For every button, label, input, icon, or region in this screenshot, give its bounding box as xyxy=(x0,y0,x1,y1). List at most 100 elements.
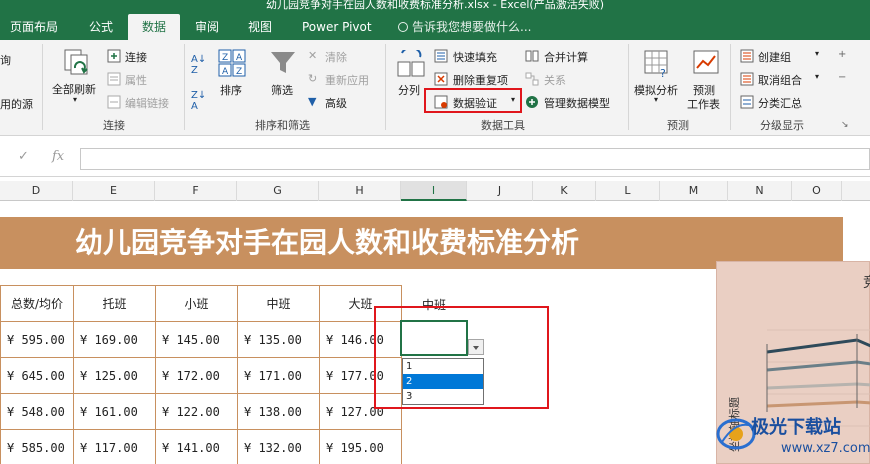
table-cell[interactable]: ¥ 135.00 xyxy=(237,321,320,358)
consolidate-button[interactable]: 合并计算 xyxy=(544,49,588,65)
tab-review[interactable]: 审阅 xyxy=(195,14,227,40)
text-to-columns-button[interactable]: 分列 xyxy=(398,82,420,98)
column-header-d[interactable]: D xyxy=(0,181,73,201)
show-detail-icon[interactable]: + xyxy=(838,49,846,60)
group-icon xyxy=(740,49,754,63)
filter-icon xyxy=(271,52,295,73)
tab-power-pivot[interactable]: Power Pivot xyxy=(302,14,382,40)
sort-za-icon[interactable]: Z↓ A xyxy=(191,90,206,112)
forecast-sheet-button-line2[interactable]: 工作表 xyxy=(687,96,720,112)
column-header-i[interactable]: I xyxy=(401,181,467,201)
sort-filter-group-label: 排序和筛选 xyxy=(255,119,310,132)
properties-button[interactable]: 属性 xyxy=(125,72,147,88)
lightbulb-icon xyxy=(398,22,408,32)
table-cell[interactable]: ¥ 141.00 xyxy=(155,429,238,464)
table-cell[interactable]: ¥ 645.00 xyxy=(0,357,74,394)
table-cell[interactable]: ¥ 125.00 xyxy=(73,357,156,394)
manage-data-model-button[interactable]: 管理数据模型 xyxy=(544,95,610,111)
column-header-o[interactable]: O xyxy=(792,181,842,201)
ungroup-button[interactable]: 取消组合 xyxy=(758,72,802,88)
group-separator xyxy=(385,44,386,130)
sort-button[interactable]: 排序 xyxy=(220,82,242,98)
dialog-launcher-icon[interactable]: ↘ xyxy=(841,120,849,130)
column-header-f[interactable]: F xyxy=(155,181,237,201)
svg-text:A: A xyxy=(222,67,229,77)
clear-button[interactable]: 清除 xyxy=(325,49,347,65)
table-row: ¥ 645.00 ¥ 125.00 ¥ 172.00 ¥ 171.00 ¥ 17… xyxy=(0,357,402,394)
table-cell[interactable]: ¥ 195.00 xyxy=(319,429,402,464)
outline-group-label: 分级显示 xyxy=(760,119,804,132)
chevron-down-icon[interactable]: ▾ xyxy=(73,95,77,104)
partial-recent-sources-label[interactable]: 用的源 xyxy=(0,96,33,112)
ungroup-icon xyxy=(740,72,754,86)
column-header-j[interactable]: J xyxy=(467,181,533,201)
connections-button[interactable]: 连接 xyxy=(125,49,147,65)
remove-duplicates-button[interactable]: 删除重复项 xyxy=(453,72,508,88)
table-cell[interactable]: ¥ 585.00 xyxy=(0,429,74,464)
header-cell-tuoban[interactable]: 托班 xyxy=(73,285,156,322)
svg-text:Z: Z xyxy=(236,67,242,77)
table-cell[interactable]: ¥ 145.00 xyxy=(155,321,238,358)
edit-links-button[interactable]: 编辑链接 xyxy=(125,95,169,111)
chart-series-line xyxy=(766,400,870,408)
filter-button[interactable]: 筛选 xyxy=(271,82,293,98)
group-button[interactable]: 创建组 xyxy=(758,49,791,65)
excel-window: 幼儿园竞争对手在园人数和收费标准分析.xlsx - Excel(产品激活失败) … xyxy=(0,0,870,464)
table-cell[interactable]: ¥ 117.00 xyxy=(73,429,156,464)
table-cell[interactable]: ¥ 595.00 xyxy=(0,321,74,358)
flash-fill-button[interactable]: 快速填充 xyxy=(453,49,497,65)
table-cell[interactable]: ¥ 138.00 xyxy=(237,393,320,430)
checkmark-icon[interactable]: ✓ xyxy=(18,149,29,164)
data-validation-highlight xyxy=(424,88,522,113)
watermark-url: www.xz7.com xyxy=(781,441,870,456)
column-header-l[interactable]: L xyxy=(596,181,660,201)
column-header-m[interactable]: M xyxy=(660,181,728,201)
tab-data[interactable]: 数据 xyxy=(128,14,180,40)
tab-page-layout[interactable]: 页面布局 xyxy=(10,14,74,40)
column-headers: D E F G H I J K L M N O xyxy=(0,181,870,201)
group-separator xyxy=(184,44,185,130)
column-header-n[interactable]: N xyxy=(728,181,792,201)
column-header-e[interactable]: E xyxy=(73,181,155,201)
advanced-button[interactable]: 高级 xyxy=(325,95,347,111)
forecast-group-label: 预测 xyxy=(667,119,689,132)
tell-me-text: 告诉我您想要做什么... xyxy=(412,20,532,34)
column-header-g[interactable]: G xyxy=(237,181,319,201)
header-cell-total[interactable]: 总数/均价 xyxy=(0,285,74,322)
fx-icon[interactable]: fx xyxy=(52,149,64,164)
table-cell[interactable]: ¥ 171.00 xyxy=(237,357,320,394)
column-header-k[interactable]: K xyxy=(533,181,596,201)
table-cell[interactable]: ¥ 172.00 xyxy=(155,357,238,394)
chart-series-line xyxy=(766,360,870,372)
hide-detail-icon[interactable]: − xyxy=(838,72,846,83)
forecast-sheet-icon xyxy=(693,50,719,74)
chevron-down-icon[interactable]: ▾ xyxy=(654,95,658,104)
group-separator xyxy=(628,44,629,130)
table-cell[interactable]: ¥ 169.00 xyxy=(73,321,156,358)
table-row: ¥ 595.00 ¥ 169.00 ¥ 145.00 ¥ 135.00 ¥ 14… xyxy=(0,321,402,358)
tab-view[interactable]: 视图 xyxy=(248,14,280,40)
chevron-down-icon[interactable]: ▾ xyxy=(815,72,819,81)
table-cell[interactable]: ¥ 548.00 xyxy=(0,393,74,430)
tell-me-box[interactable]: 告诉我您想要做什么... xyxy=(398,14,531,40)
column-header-h[interactable]: H xyxy=(319,181,401,201)
tab-formulas[interactable]: 公式 xyxy=(89,14,119,40)
header-cell-xiaoban[interactable]: 小班 xyxy=(155,285,238,322)
table-cell[interactable]: ¥ 161.00 xyxy=(73,393,156,430)
advanced-filter-icon: ▼ xyxy=(308,95,317,108)
sort-az-icon[interactable]: A↓ Z xyxy=(191,54,206,76)
header-cell-zhongban[interactable]: 中班 xyxy=(237,285,320,322)
table-cell[interactable]: ¥ 122.00 xyxy=(155,393,238,430)
relationships-button[interactable]: 关系 xyxy=(544,72,566,88)
sort-icon: ZA AZ xyxy=(218,49,246,77)
partial-query-label[interactable]: 询 xyxy=(0,52,11,68)
ribbon: 询 用的源 全部刷新 ▾ 连接 属性 编辑链接 连接 A↓ Z Z↓ A Z A… xyxy=(0,40,870,136)
formula-input[interactable] xyxy=(80,148,870,170)
ribbon-tabs: 页面布局 公式 数据 审阅 视图 Power Pivot 告诉我您想要做什么..… xyxy=(0,14,870,40)
table-cell[interactable]: ¥ 132.00 xyxy=(237,429,320,464)
reapply-button[interactable]: 重新应用 xyxy=(325,72,369,88)
chevron-down-icon[interactable]: ▾ xyxy=(815,49,819,58)
reapply-icon: ↻ xyxy=(308,72,318,85)
subtotal-button[interactable]: 分类汇总 xyxy=(758,95,802,111)
text-to-columns-icon xyxy=(397,50,425,77)
